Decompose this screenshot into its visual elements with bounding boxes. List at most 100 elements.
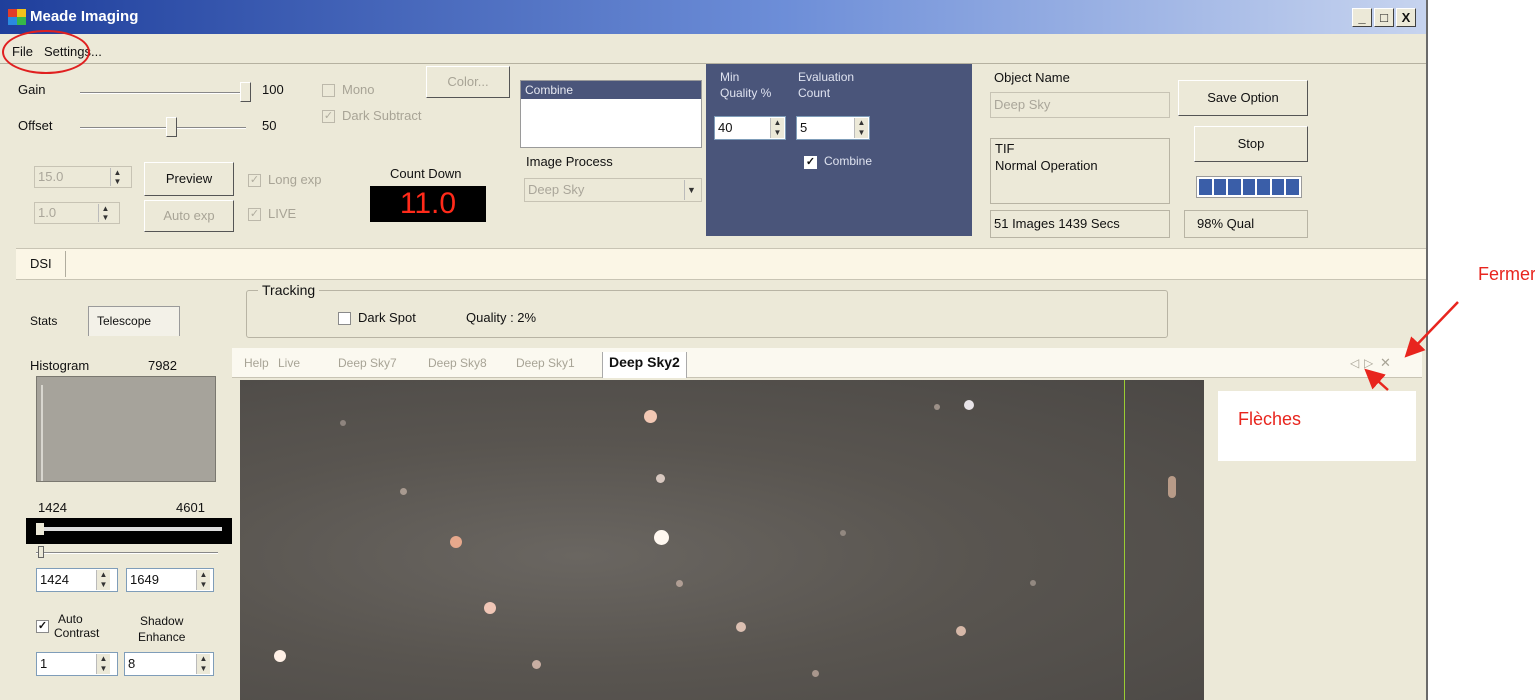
star: [484, 602, 496, 614]
file-format: TIF: [995, 141, 1015, 156]
progress-segment: [1199, 179, 1212, 195]
star: [1030, 580, 1036, 586]
star: [964, 400, 974, 410]
gain-slider-thumb[interactable]: [240, 82, 251, 102]
image-process-label: Image Process: [526, 154, 613, 169]
long-exp-label: Long exp: [268, 172, 322, 187]
auto-contrast-checkbox[interactable]: ✓: [36, 620, 49, 633]
auto-exp-button[interactable]: Auto exp: [144, 200, 234, 232]
image-process-select[interactable]: Deep Sky: [524, 178, 702, 202]
eval-count-value: 5: [800, 120, 808, 135]
tab-help[interactable]: Help: [244, 356, 269, 370]
auto-contrast-label-1: Auto: [58, 612, 83, 626]
star: [812, 670, 819, 677]
dsi-tab[interactable]: DSI: [16, 251, 66, 277]
countdown-label: Count Down: [390, 166, 462, 181]
histogram-min: 1424: [38, 500, 67, 515]
tab-deep-sky1[interactable]: Deep Sky1: [516, 356, 575, 370]
shadow-label-2: Enhance: [138, 630, 186, 644]
stop-button[interactable]: Stop: [1194, 126, 1308, 162]
maximize-button[interactable]: □: [1374, 8, 1394, 27]
evaluation-panel: Min Quality % Evaluation Count 40 ▲ ▼ 5 ▲…: [706, 64, 972, 236]
shadow-spinner[interactable]: ▲ ▼: [196, 654, 210, 674]
level-slider-thumb[interactable]: [38, 546, 44, 558]
offset-slider-track[interactable]: [80, 127, 246, 129]
combine-list[interactable]: Combine: [520, 80, 702, 148]
range-thumb[interactable]: [36, 523, 44, 535]
object-name-input[interactable]: Deep Sky: [990, 92, 1170, 118]
dark-subtract-checkbox[interactable]: ✓: [322, 110, 335, 123]
range-track: [36, 527, 222, 531]
long-exp-checkbox[interactable]: ✓: [248, 174, 261, 187]
tab-telescope[interactable]: Telescope: [88, 306, 180, 336]
status-text: Normal Operation: [995, 158, 1098, 173]
histogram-chart: [36, 376, 216, 482]
image-tab-strip: Help Live Deep Sky7 Deep Sky8 Deep Sky1 …: [232, 348, 1422, 378]
min-quality-spinner[interactable]: ▲ ▼: [770, 118, 784, 138]
status-box: TIF Normal Operation: [990, 138, 1170, 204]
offset-label: Offset: [18, 118, 53, 133]
color-button[interactable]: Color...: [426, 66, 510, 98]
title-bar: Meade Imaging _ □ X: [0, 0, 1426, 34]
quality-info: 98% Qual: [1184, 210, 1308, 238]
preview-button[interactable]: Preview: [144, 162, 234, 196]
dark-spot-checkbox[interactable]: [338, 312, 351, 325]
auto-contrast-label-2: Contrast: [54, 626, 100, 640]
list-item[interactable]: Combine: [521, 81, 701, 99]
close-button[interactable]: X: [1396, 8, 1416, 27]
exposure2-spinner[interactable]: ▲ ▼: [98, 204, 112, 222]
contrast-spinner[interactable]: ▲ ▼: [96, 654, 110, 674]
contrast-value: 1: [40, 656, 48, 671]
deep-sky-image[interactable]: [240, 380, 1204, 700]
tab-deep-sky2[interactable]: Deep Sky2: [602, 352, 687, 378]
histogram-max: 4601: [176, 500, 205, 515]
tab-deep-sky8[interactable]: Deep Sky8: [428, 356, 487, 370]
tab-deep-sky7[interactable]: Deep Sky7: [338, 356, 397, 370]
gain-slider-track[interactable]: [80, 92, 246, 94]
tracking-title: Tracking: [258, 282, 320, 298]
annotation-box: Flèches: [1218, 391, 1416, 461]
annotation-fleches: Flèches: [1238, 409, 1302, 429]
crosshair-line: [1124, 380, 1125, 700]
level-slider-track[interactable]: [36, 552, 218, 554]
annotation-arrows: [1364, 301, 1459, 391]
minimize-button[interactable]: _: [1352, 8, 1372, 27]
progress-bar: [1196, 176, 1302, 198]
exposure-spinner[interactable]: ▲ ▼: [110, 168, 124, 186]
chevron-down-icon[interactable]: ▼: [684, 180, 698, 200]
window-title: Meade Imaging: [30, 8, 139, 25]
low-value: 1424: [40, 572, 69, 587]
mono-checkbox[interactable]: [322, 84, 335, 97]
low-value-spinner[interactable]: ▲ ▼: [96, 570, 110, 590]
star: [676, 580, 683, 587]
offset-slider-thumb[interactable]: [166, 117, 177, 137]
progress-segment: [1228, 179, 1241, 195]
tab-live[interactable]: Live: [278, 356, 300, 370]
object-name-label: Object Name: [994, 70, 1070, 85]
histogram-range-slider[interactable]: [26, 518, 232, 544]
dark-subtract-label: Dark Subtract: [342, 108, 422, 123]
combine-checkbox[interactable]: ✓: [804, 156, 817, 169]
eval-count-label-2: Count: [798, 86, 831, 100]
histogram-peak: [41, 385, 43, 481]
live-label: LIVE: [268, 206, 297, 221]
combine-checkbox-label: Combine: [824, 154, 873, 168]
images-info: 51 Images 1439 Secs: [990, 210, 1170, 238]
arrow-to-close: [1404, 301, 1459, 358]
eval-count-label-1: Evaluation: [798, 70, 855, 84]
star: [736, 622, 746, 632]
save-option-button[interactable]: Save Option: [1178, 80, 1308, 116]
high-value-spinner[interactable]: ▲ ▼: [196, 570, 210, 590]
eval-count-spinner[interactable]: ▲ ▼: [854, 118, 868, 138]
min-quality-label-2: Quality %: [720, 86, 772, 100]
star: [934, 404, 940, 410]
tab-stats[interactable]: Stats: [30, 314, 57, 328]
live-checkbox[interactable]: ✓: [248, 208, 261, 221]
exposure2-value: 1.0: [38, 205, 57, 220]
progress-segment: [1286, 179, 1300, 195]
min-quality-label-1: Min: [720, 70, 740, 84]
progress-segment: [1213, 179, 1227, 195]
application-window: Meade Imaging _ □ X File Settings... Gai…: [0, 0, 1428, 700]
star: [340, 420, 346, 426]
menu-bar: File Settings...: [0, 34, 1426, 64]
